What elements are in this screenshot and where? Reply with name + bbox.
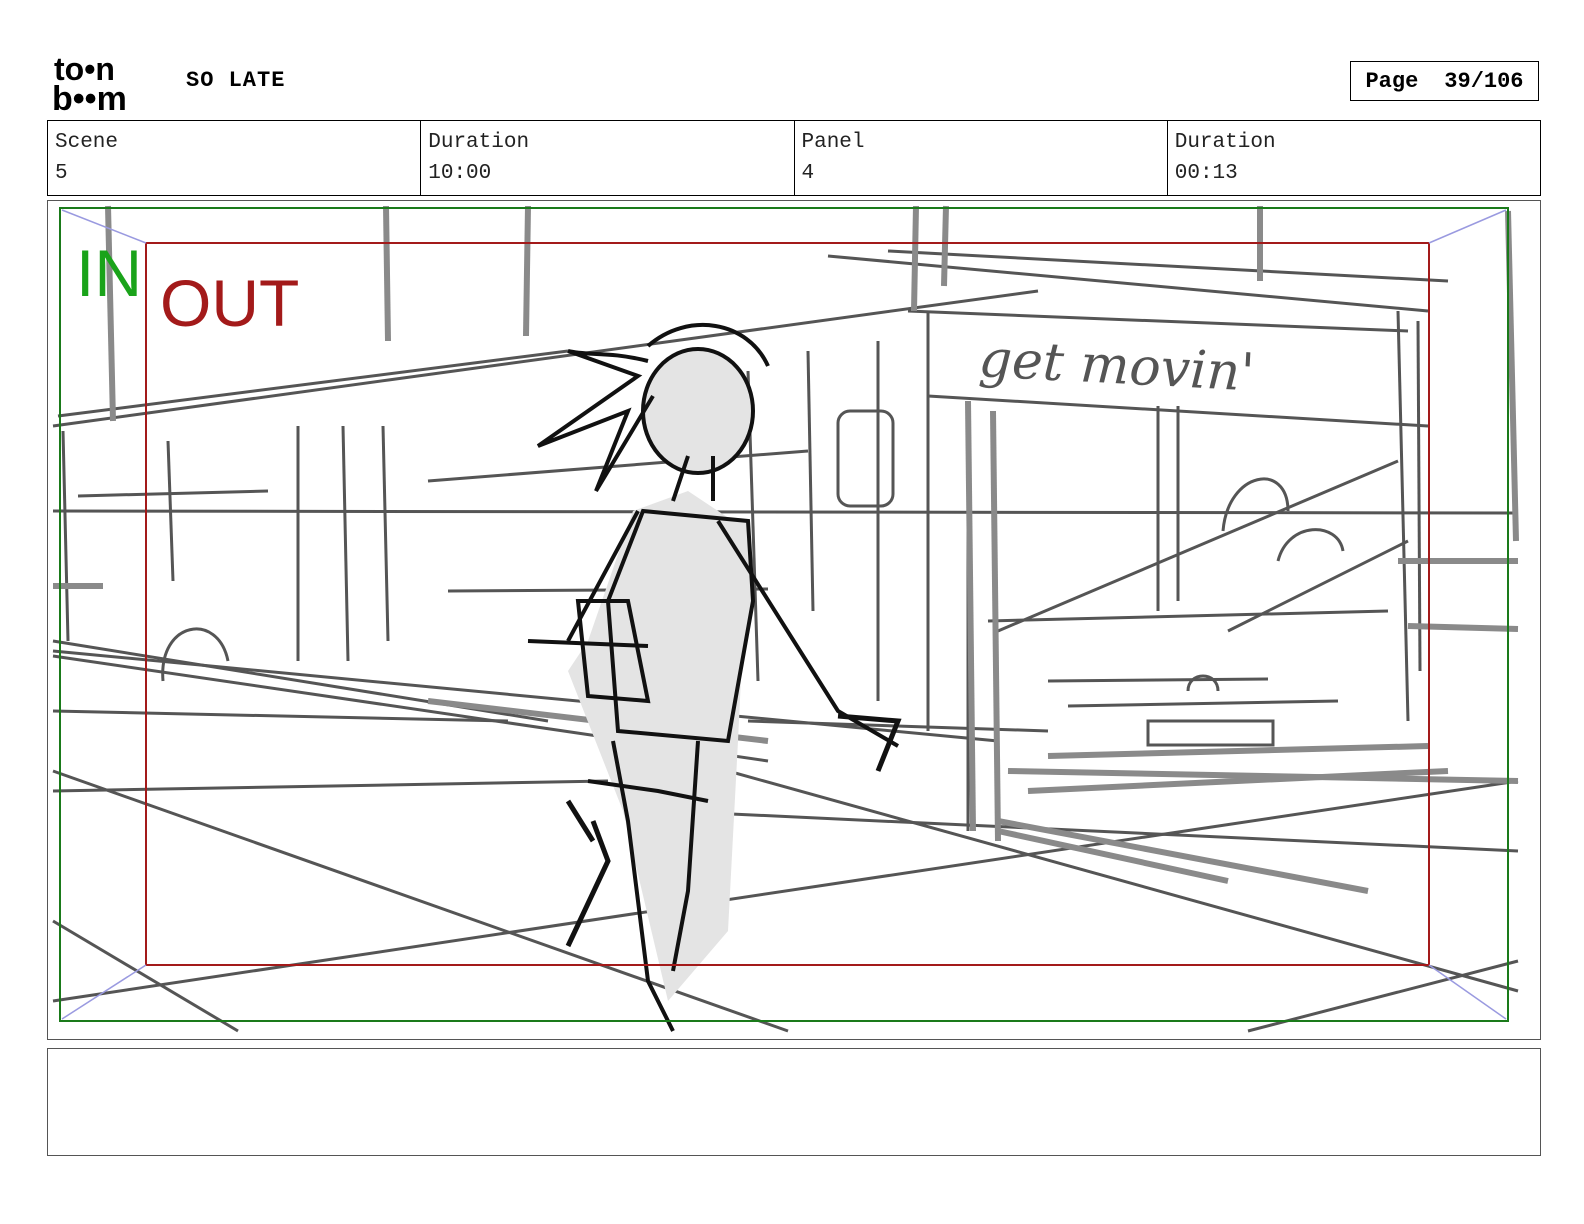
scene-value: 5 [55,162,68,185]
toon-boom-logo: to•n b••m [52,52,127,112]
scene-duration-cell: Duration 10:00 [421,121,795,195]
panel-notes-box[interactable] [47,1048,1541,1156]
panel-cell: Panel 4 [795,121,1168,195]
scene-label: Scene [55,131,119,154]
page-indicator: Page 39/106 [1350,61,1539,101]
storyboard-panel: get movin' IN OUT [47,200,1541,1040]
character-sketch [527,323,902,1032]
panel-value: 4 [801,162,815,185]
panel-duration-cell: Duration 00:13 [1168,121,1540,195]
panel-sketch: get movin' IN OUT [52,205,1519,1033]
project-title: SO LATE [186,68,286,93]
scene-duration-label: Duration [428,131,530,154]
logo-bottom-text: b••m [52,80,127,112]
scene-duration-value: 10:00 [428,162,492,185]
panel-duration-value: 00:13 [1174,162,1238,185]
page-label: Page [1365,68,1419,94]
out-label: OUT [160,266,299,340]
panel-label: Panel [801,131,865,154]
page-number: 39/106 [1444,68,1524,94]
panel-info-table: Scene 5 Duration 10:00 Panel 4 Duration … [47,120,1541,196]
panel-duration-label: Duration [1174,131,1276,154]
in-label: IN [76,236,142,310]
scene-cell: Scene 5 [48,121,422,195]
ground-lines [52,639,1519,1033]
bus-sign-text: get movin' [977,329,1256,403]
